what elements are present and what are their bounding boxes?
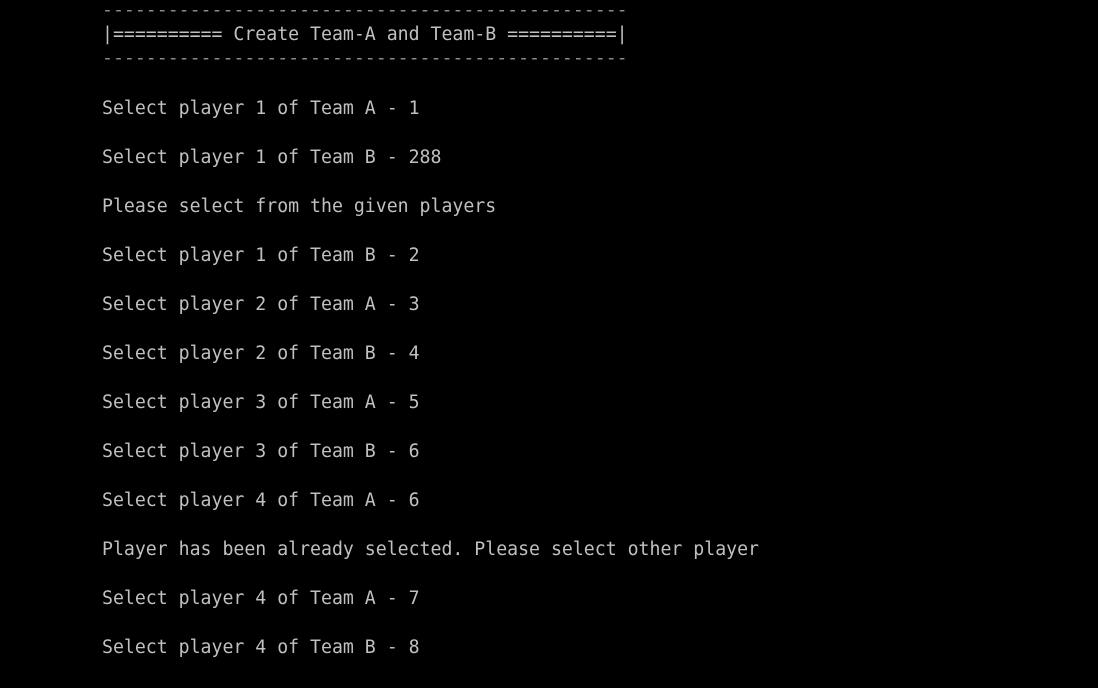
output-line: Select player 2 of Team A - 3 bbox=[102, 294, 420, 315]
output-line: Player has been already selected. Please… bbox=[102, 539, 759, 560]
header-divider-top: ----------------------------------------… bbox=[102, 0, 628, 21]
output-line: Select player 4 of Team B - 8 bbox=[102, 637, 420, 658]
output-line: Select player 1 of Team A - 1 bbox=[102, 98, 420, 119]
output-line: Select player 2 of Team B - 4 bbox=[102, 343, 420, 364]
output-line: Select player 1 of Team B - 2 bbox=[102, 245, 420, 266]
output-line: Select player 1 of Team B - 288 bbox=[102, 147, 442, 168]
output-line: Please select from the given players bbox=[102, 196, 497, 217]
output-line: Select player 4 of Team A - 7 bbox=[102, 588, 420, 609]
header-title: |========== Create Team-A and Team-B ===… bbox=[102, 24, 628, 45]
header-divider-bottom: ----------------------------------------… bbox=[102, 48, 628, 69]
console-window[interactable]: ----------------------------------------… bbox=[0, 0, 1098, 688]
output-line: Select player 4 of Team A - 6 bbox=[102, 490, 420, 511]
output-line: Select player 3 of Team B - 6 bbox=[102, 441, 420, 462]
output-line: Select player 3 of Team A - 5 bbox=[102, 392, 420, 413]
